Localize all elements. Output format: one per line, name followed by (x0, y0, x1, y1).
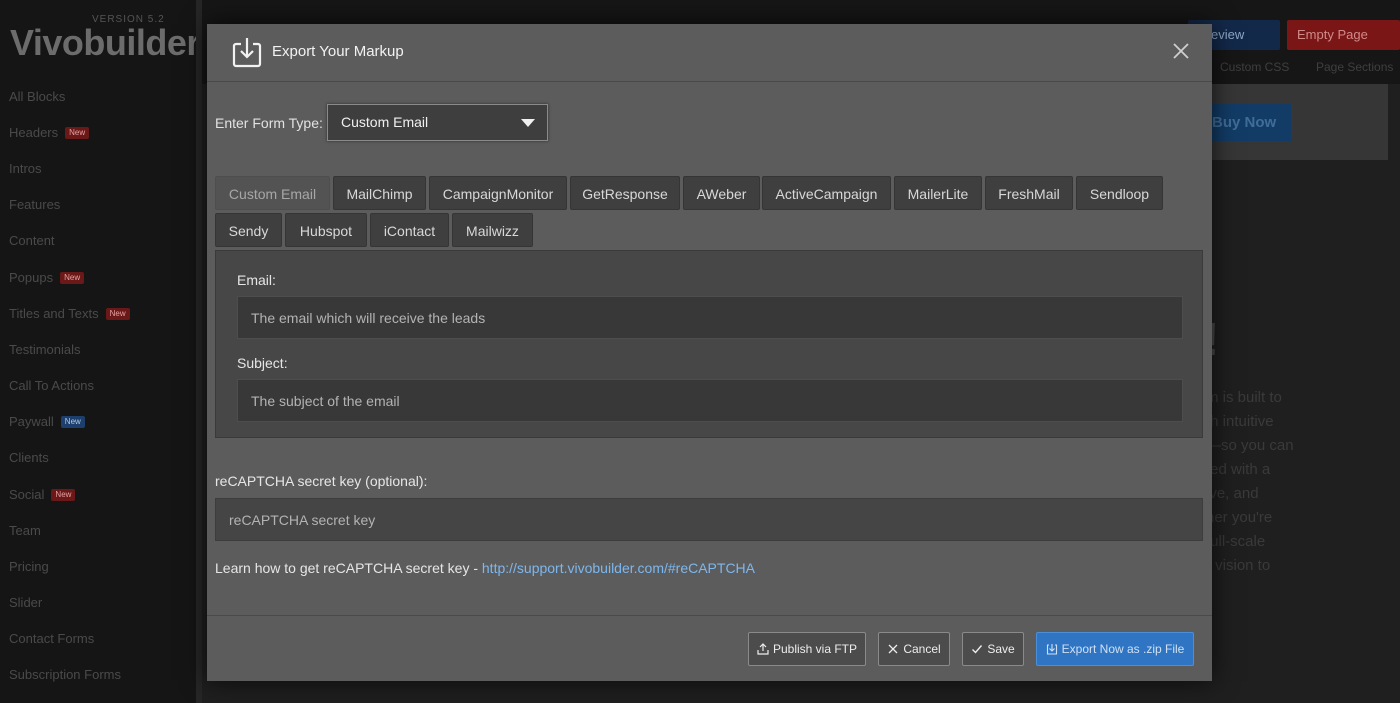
caret-down-icon (521, 119, 535, 127)
subject-field[interactable] (237, 379, 1183, 422)
download-icon (232, 38, 262, 68)
modal-header: Export Your Markup (207, 24, 1212, 82)
form-type-select[interactable]: Custom Email (327, 104, 548, 141)
tab-sendloop[interactable]: Sendloop (1076, 176, 1163, 210)
tab-mailchimp[interactable]: MailChimp (333, 176, 426, 210)
tab-freshmail[interactable]: FreshMail (985, 176, 1073, 210)
recaptcha-help-link[interactable]: http://support.vivobuilder.com/#reCAPTCH… (482, 560, 755, 576)
publish-ftp-button[interactable]: Publish via FTP (748, 632, 866, 666)
custom-email-panel: Email: Subject: (215, 250, 1203, 438)
publish-ftp-label: Publish via FTP (772, 642, 858, 656)
save-button[interactable]: Save (962, 632, 1024, 666)
tab-mailwizz[interactable]: Mailwizz (452, 213, 533, 247)
export-zip-button[interactable]: Export Now as .zip File (1036, 632, 1194, 666)
recaptcha-secret-field[interactable] (215, 498, 1203, 541)
recaptcha-label: reCAPTCHA secret key (optional): (215, 473, 428, 489)
tab-icontact[interactable]: iContact (370, 213, 449, 247)
tab-mailerlite[interactable]: MailerLite (894, 176, 982, 210)
modal-footer: Publish via FTP Cancel Save Export Now a… (207, 615, 1212, 681)
check-icon (972, 645, 983, 654)
subject-label: Subject: (237, 355, 288, 371)
upload-icon (757, 643, 769, 655)
email-label: Email: (237, 272, 276, 288)
tab-aweber[interactable]: AWeber (683, 176, 760, 210)
modal-title: Export Your Markup (272, 43, 404, 60)
recaptcha-help: Learn how to get reCAPTCHA secret key - … (215, 560, 755, 576)
close-icon (888, 644, 898, 654)
export-zip-label: Export Now as .zip File (1061, 642, 1185, 656)
tab-sendy[interactable]: Sendy (215, 213, 282, 247)
recaptcha-help-text: Learn how to get reCAPTCHA secret key - (215, 560, 482, 576)
form-type-selected-value: Custom Email (341, 114, 429, 130)
close-icon[interactable] (1169, 39, 1193, 63)
tab-getresponse[interactable]: GetResponse (570, 176, 680, 210)
cancel-label: Cancel (903, 642, 941, 656)
export-markup-modal: Export Your Markup Enter Form Type: Cust… (207, 24, 1212, 681)
save-label: Save (987, 642, 1015, 656)
download-icon (1046, 644, 1057, 655)
form-type-label: Enter Form Type: (215, 115, 323, 131)
tab-activecampaign[interactable]: ActiveCampaign (762, 176, 891, 210)
tab-hubspot[interactable]: Hubspot (285, 213, 367, 247)
tab-custom-email[interactable]: Custom Email (215, 176, 330, 210)
tab-campaignmonitor[interactable]: CampaignMonitor (429, 176, 567, 210)
email-field[interactable] (237, 296, 1183, 339)
cancel-button[interactable]: Cancel (878, 632, 950, 666)
